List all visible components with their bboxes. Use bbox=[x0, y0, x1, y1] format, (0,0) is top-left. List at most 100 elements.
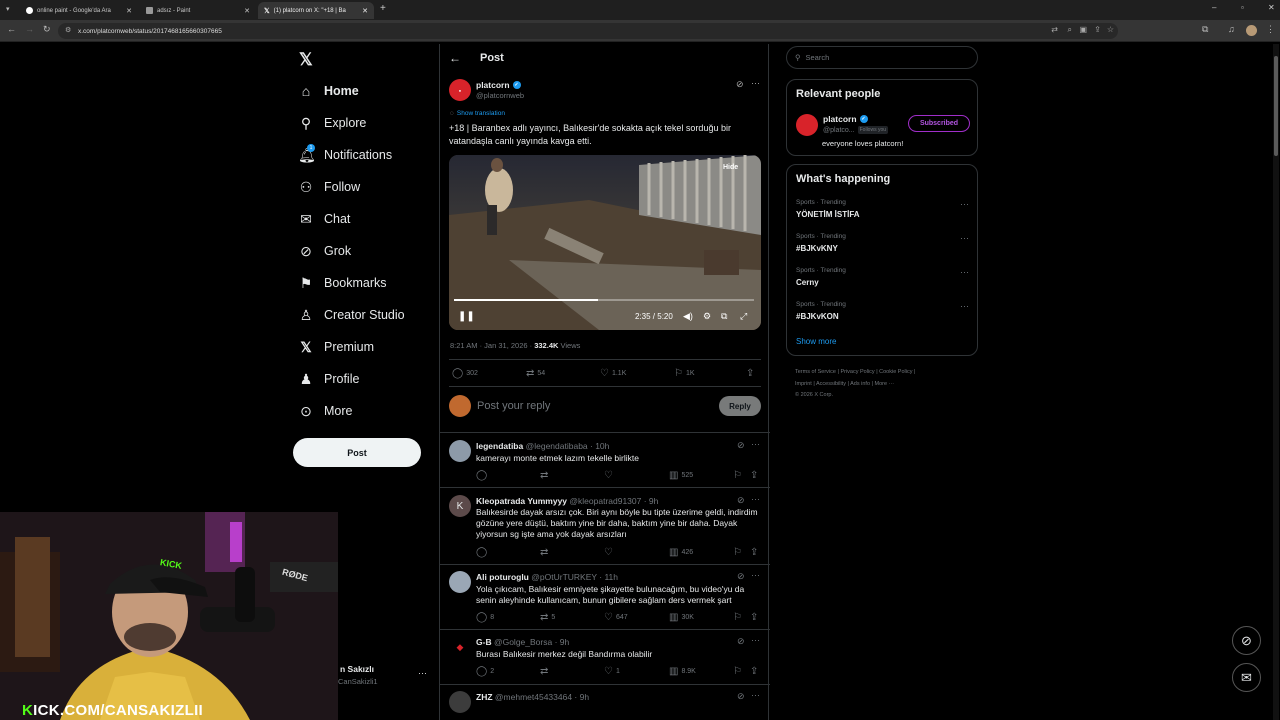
reply-repost-action[interactable]: ⇄ bbox=[540, 666, 551, 677]
nav-bookmarks[interactable]: ⚑ Bookmarks bbox=[298, 272, 387, 294]
grok-icon[interactable]: ⊘ bbox=[737, 440, 745, 451]
reply-bookmark-action[interactable]: ⚐ bbox=[733, 666, 742, 677]
subscribed-button[interactable]: Subscribed bbox=[908, 115, 970, 132]
browser-tab-x[interactable]: 𝕏 (1) platcorn on X: "+18 | Ba ✕ bbox=[258, 2, 374, 19]
repost-action[interactable]: ⇄ 54 bbox=[526, 368, 545, 379]
grok-icon[interactable]: ⊘ bbox=[737, 571, 745, 582]
reply-share-action[interactable]: ⇪ bbox=[750, 666, 758, 677]
show-translation-link[interactable]: ◌ Show translation bbox=[450, 110, 505, 117]
pause-icon[interactable]: ❚❚ bbox=[458, 311, 475, 322]
show-more-link[interactable]: Show more bbox=[796, 337, 836, 346]
reply-like-action[interactable]: ♡ bbox=[604, 470, 616, 481]
tweet-video[interactable]: Hide ❚❚ 2:35 / 5:20 ◀) ⚙ ⧉ ⤢ bbox=[449, 155, 761, 330]
minimize-icon[interactable]: – bbox=[1212, 3, 1216, 12]
zoom-icon[interactable]: ⌕ bbox=[1068, 25, 1072, 35]
hide-media-button[interactable]: Hide bbox=[723, 164, 738, 171]
reply-replies-action[interactable]: ◯ bbox=[476, 470, 490, 481]
post-button[interactable]: Post bbox=[293, 438, 421, 467]
browser-tab-google[interactable]: online paint - Google'da Ara ✕ bbox=[20, 2, 138, 19]
reply-more-icon[interactable]: ··· bbox=[751, 570, 760, 580]
reply-like-action[interactable]: ♡ bbox=[604, 547, 616, 558]
share-page-icon[interactable]: ⇪ bbox=[1094, 25, 1101, 34]
nav-premium[interactable]: 𝕏 Premium bbox=[298, 336, 374, 358]
reply-input[interactable]: Post your reply bbox=[477, 400, 550, 412]
reply-repost-action[interactable]: ⇄ bbox=[540, 547, 551, 558]
scrollbar-thumb[interactable] bbox=[1274, 56, 1278, 156]
reply-more-icon[interactable]: ··· bbox=[751, 494, 760, 504]
close-tab-icon[interactable]: ✕ bbox=[126, 7, 132, 15]
grok-icon[interactable]: ⊘ bbox=[737, 636, 745, 647]
grok-icon[interactable]: ⊘ bbox=[737, 691, 745, 702]
reply-bookmark-action[interactable]: ⚐ bbox=[733, 470, 742, 481]
browser-tab-paint[interactable]: adsız - Paint ✕ bbox=[140, 2, 256, 19]
maximize-icon[interactable]: ▫ bbox=[1241, 3, 1244, 12]
close-window-icon[interactable]: ✕ bbox=[1268, 3, 1275, 12]
nav-notifications[interactable]: 🔔︎ 1 Notifications bbox=[298, 143, 392, 166]
nav-follow[interactable]: ⚇ Follow bbox=[298, 176, 360, 198]
reply-author[interactable]: Ali poturoglu @pOtUrTURKEY · 11h bbox=[476, 572, 618, 582]
reply-replies-action[interactable]: ◯ bbox=[476, 547, 490, 558]
volume-icon[interactable]: ◀) bbox=[683, 311, 693, 322]
footer-links-row2[interactable]: Imprint | Accessibility | Ads info | Mor… bbox=[795, 381, 894, 387]
reply-button[interactable]: Reply bbox=[719, 396, 761, 416]
page-scrollbar[interactable] bbox=[1273, 44, 1279, 720]
translate-icon[interactable]: ⇄ bbox=[1051, 25, 1058, 34]
grok-float-button[interactable]: ⊘ bbox=[1232, 626, 1261, 655]
reply-share-action[interactable]: ⇪ bbox=[750, 547, 758, 558]
reply-bookmark-action[interactable]: ⚐ bbox=[733, 547, 742, 558]
back-arrow-icon[interactable]: ← bbox=[449, 51, 461, 65]
reply-share-action[interactable]: ⇪ bbox=[750, 470, 758, 481]
reply-bookmark-action[interactable]: ⚐ bbox=[733, 612, 742, 623]
account-menu-icon[interactable]: ··· bbox=[418, 668, 427, 678]
search-input[interactable]: ⚲ Search bbox=[786, 46, 978, 69]
reply-more-icon[interactable]: ··· bbox=[751, 439, 760, 449]
reply-more-icon[interactable]: ··· bbox=[751, 635, 760, 645]
video-progress-track[interactable] bbox=[454, 299, 754, 301]
cast-icon[interactable]: ▣ bbox=[1079, 25, 1087, 34]
reply-views-action[interactable]: ▥ 426 bbox=[669, 547, 693, 558]
back-icon[interactable]: ← bbox=[7, 24, 16, 34]
messages-float-button[interactable]: ✉ bbox=[1232, 663, 1261, 692]
browser-menu-icon[interactable]: ⋮ bbox=[1266, 24, 1275, 35]
trend-more-icon[interactable]: ··· bbox=[960, 301, 969, 311]
bookmark-action[interactable]: ⚐ 1K bbox=[674, 368, 695, 379]
replies-action[interactable]: ◯ 302 bbox=[452, 368, 478, 379]
reply-replies-action[interactable]: ◯ 2 bbox=[476, 666, 494, 677]
reply-author[interactable]: G-B @Golge_Borsa · 9h bbox=[476, 637, 569, 647]
tab-search-chevron-icon[interactable]: ▾ bbox=[6, 5, 10, 13]
nav-profile[interactable]: ♟ Profile bbox=[298, 368, 360, 390]
nav-chat[interactable]: ✉ Chat bbox=[298, 208, 350, 230]
x-logo-icon[interactable]: 𝕏 bbox=[299, 50, 313, 70]
reply-more-icon[interactable]: ··· bbox=[751, 690, 760, 700]
reply-author[interactable]: ZHZ @mehmet45433464 · 9h bbox=[476, 692, 589, 702]
reply-views-action[interactable]: ▥ 8.9K bbox=[669, 666, 696, 677]
address-bar[interactable]: ⚙ x.com/platcornweb/status/2017468165660… bbox=[58, 23, 1118, 39]
reload-icon[interactable]: ↻ bbox=[43, 24, 51, 35]
site-info-icon[interactable]: ⚙ bbox=[65, 26, 71, 34]
grok-explain-icon[interactable]: ⊘ bbox=[736, 79, 744, 90]
profile-avatar-icon[interactable] bbox=[1246, 25, 1257, 36]
nav-creator-studio[interactable]: ♙ Creator Studio bbox=[298, 304, 405, 326]
relevant-name-row[interactable]: platcorn ✓ bbox=[823, 114, 868, 124]
reply-repost-action[interactable]: ⇄ 5 bbox=[540, 612, 555, 623]
nav-more[interactable]: ⊙ More bbox=[298, 400, 352, 422]
settings-gear-icon[interactable]: ⚙ bbox=[703, 311, 711, 322]
trend-more-icon[interactable]: ··· bbox=[960, 267, 969, 277]
bookmark-star-icon[interactable]: ☆ bbox=[1107, 25, 1114, 34]
platcorn-avatar[interactable]: ● bbox=[449, 79, 471, 101]
picture-in-picture-icon[interactable]: ⧉ bbox=[721, 311, 727, 322]
trend-more-icon[interactable]: ··· bbox=[960, 199, 969, 209]
tweet-author[interactable]: platcorn ✓ bbox=[476, 80, 521, 90]
new-tab-icon[interactable]: + bbox=[380, 3, 386, 14]
footer-links-row1[interactable]: Terms of Service | Privacy Policy | Cook… bbox=[795, 369, 915, 375]
reply-replies-action[interactable]: ◯ 8 bbox=[476, 612, 494, 623]
account-name[interactable]: n Sakızlı bbox=[340, 664, 374, 674]
tweet-more-icon[interactable]: ··· bbox=[751, 78, 760, 88]
forward-icon[interactable]: → bbox=[25, 24, 34, 34]
reply-repost-action[interactable]: ⇄ bbox=[540, 470, 551, 481]
reply-share-action[interactable]: ⇪ bbox=[750, 612, 758, 623]
extensions-icon[interactable]: ⧉ bbox=[1202, 24, 1208, 35]
grok-icon[interactable]: ⊘ bbox=[737, 495, 745, 506]
fullscreen-icon[interactable]: ⤢ bbox=[740, 311, 747, 322]
share-action[interactable]: ⇪ bbox=[746, 368, 754, 379]
